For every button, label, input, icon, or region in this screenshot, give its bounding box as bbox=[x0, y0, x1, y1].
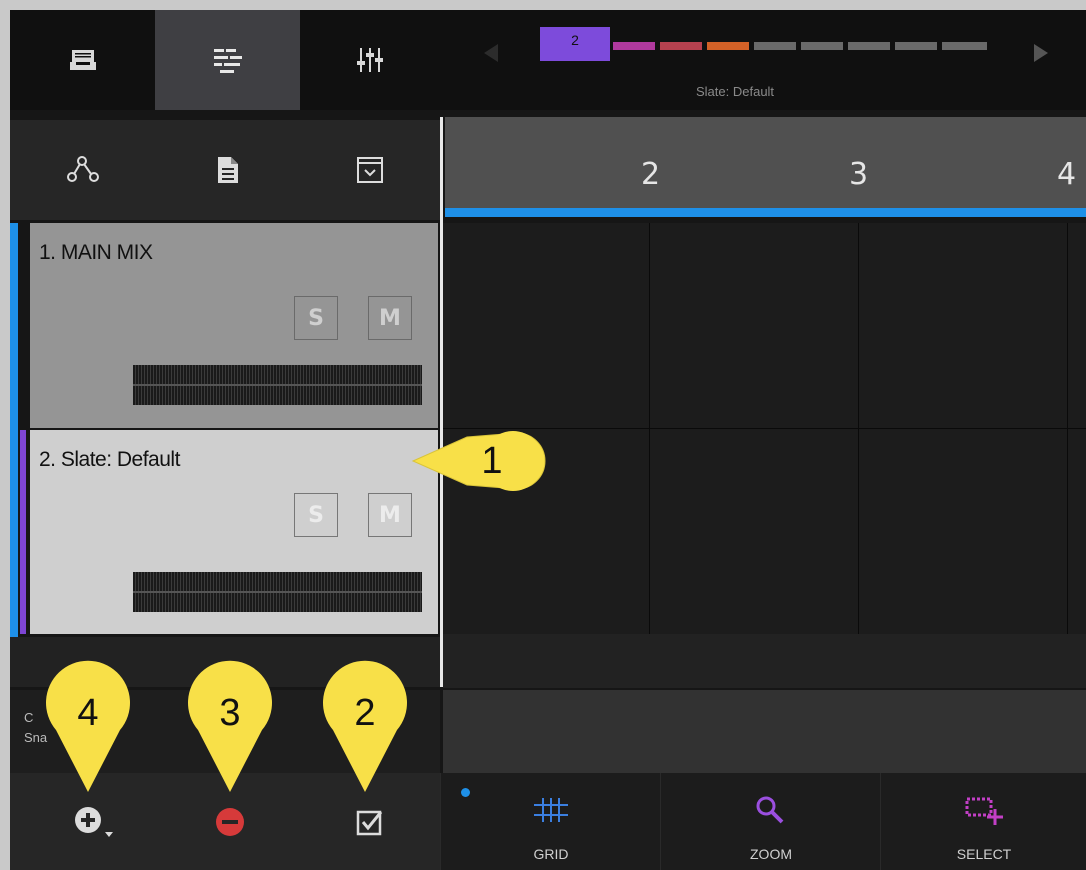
prev-arrow-icon[interactable] bbox=[480, 42, 502, 64]
app-window: 2 Slate: Default 2 3 4 1. MAIN MIX S M 2… bbox=[10, 10, 1086, 870]
dropdown-box-icon bbox=[357, 157, 383, 183]
add-plus-icon bbox=[75, 806, 113, 837]
tab-browser[interactable] bbox=[10, 10, 155, 110]
scene-segment[interactable] bbox=[942, 42, 987, 50]
timeline-ruler[interactable]: 2 3 4 bbox=[445, 117, 1086, 214]
tool-label: SELECT bbox=[956, 846, 1012, 862]
next-arrow-icon[interactable] bbox=[1030, 42, 1052, 64]
slate-label: Slate: Default bbox=[696, 84, 775, 99]
bar-marker: 4 bbox=[1057, 157, 1077, 192]
track-name: 2. Slate: Default bbox=[39, 448, 180, 471]
lower-lane bbox=[443, 690, 1086, 773]
tab-document[interactable] bbox=[155, 120, 300, 220]
callout-number: 1 bbox=[481, 440, 503, 482]
mixer-icon bbox=[357, 48, 383, 72]
grid-line bbox=[858, 223, 859, 688]
loop-bar[interactable] bbox=[445, 208, 1086, 217]
scene-segment[interactable] bbox=[660, 42, 702, 50]
tool-label: ZOOM bbox=[750, 846, 792, 862]
mute-button[interactable]: M bbox=[368, 493, 412, 537]
scene-segment[interactable] bbox=[754, 42, 796, 50]
document-icon bbox=[217, 157, 238, 183]
select-tool-button[interactable]: SELECT bbox=[880, 773, 1086, 870]
tab-collapse[interactable] bbox=[300, 120, 440, 220]
grid-line bbox=[1067, 223, 1068, 688]
info-line: C bbox=[24, 710, 34, 725]
level-meter bbox=[133, 572, 422, 612]
scene-segment[interactable] bbox=[848, 42, 890, 50]
track-name: 1. MAIN MIX bbox=[39, 241, 153, 264]
bar-marker: 3 bbox=[849, 157, 869, 192]
track-color-strip bbox=[10, 223, 18, 637]
tab-arrange[interactable] bbox=[155, 10, 300, 110]
scene-segment[interactable] bbox=[895, 42, 937, 50]
remove-minus-icon bbox=[216, 807, 244, 836]
active-indicator bbox=[461, 788, 470, 797]
callout-number: 2 bbox=[354, 692, 376, 734]
grid-icon bbox=[534, 798, 568, 822]
track-color-strip bbox=[20, 430, 26, 634]
scene-segment[interactable] bbox=[707, 42, 749, 50]
callout-number: 4 bbox=[77, 692, 99, 734]
tab-graph[interactable] bbox=[10, 120, 155, 220]
bar-marker: 2 bbox=[641, 157, 661, 192]
zoom-icon bbox=[756, 796, 784, 824]
scene-segment[interactable] bbox=[801, 42, 843, 50]
current-scene-block[interactable]: 2 bbox=[540, 27, 610, 61]
grid-empty-row bbox=[443, 634, 1086, 688]
tab-mixer[interactable] bbox=[300, 10, 440, 110]
track-slate-default[interactable]: 2. Slate: Default S M bbox=[30, 430, 438, 634]
callout-number: 3 bbox=[219, 692, 241, 734]
grid-tool-button[interactable]: GRID bbox=[440, 773, 661, 870]
select-icon bbox=[965, 797, 1003, 825]
solo-button[interactable]: S bbox=[294, 493, 338, 537]
mute-button[interactable]: M bbox=[368, 296, 412, 340]
track-main-mix[interactable]: 1. MAIN MIX S M bbox=[30, 223, 438, 428]
tray-icon bbox=[69, 50, 96, 70]
grid-line bbox=[649, 223, 650, 688]
tool-label: GRID bbox=[533, 846, 569, 862]
arrange-icon bbox=[213, 49, 242, 73]
checkbox-icon bbox=[356, 810, 383, 835]
scene-segment[interactable] bbox=[613, 42, 655, 50]
graph-nodes-icon bbox=[66, 156, 99, 182]
level-meter bbox=[133, 365, 422, 405]
zoom-tool-button[interactable]: ZOOM bbox=[660, 773, 881, 870]
solo-button[interactable]: S bbox=[294, 296, 338, 340]
